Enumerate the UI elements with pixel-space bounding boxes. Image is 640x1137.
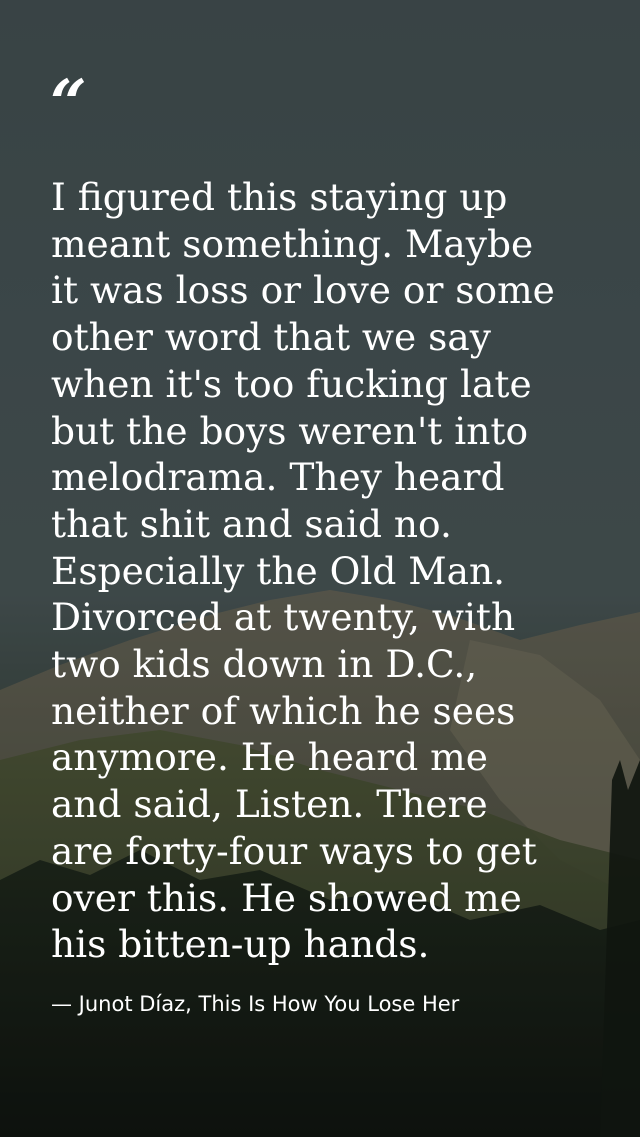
quote-line: over this. He showed me [51, 875, 522, 920]
quote-line: when it's too fucking late [51, 361, 532, 406]
quote-mark-icon: “ [50, 66, 87, 141]
quote-line: two kids down in D.C., [51, 642, 478, 687]
quote-text: I figured this staying up meant something… [51, 174, 611, 968]
quote-line: anymore. He heard me [51, 735, 488, 780]
quote-line: I figured this staying up [51, 175, 508, 219]
quote-line: that shit and said no. [51, 501, 452, 546]
quote-line: but the boys weren't into [51, 408, 529, 453]
quote-line: neither of which he sees [51, 688, 516, 733]
quote-line: and said, Listen. There [51, 782, 488, 827]
quote-line: melodrama. They heard [51, 455, 505, 500]
quote-line: Especially the Old Man. [51, 548, 506, 593]
quote-attribution: — Junot Díaz, This Is How You Lose Her [51, 992, 460, 1016]
quote-line: his bitten-up hands. [51, 922, 430, 967]
quote-line: it was loss or love or some [51, 268, 555, 313]
quote-line: are forty-four ways to get [51, 828, 537, 873]
quote-line: meant something. Maybe [51, 221, 534, 266]
quote-card: “ I figured this staying up meant somethi… [0, 0, 640, 1137]
quote-line: Divorced at twenty, with [51, 595, 516, 640]
quote-line: other word that we say [51, 315, 491, 360]
